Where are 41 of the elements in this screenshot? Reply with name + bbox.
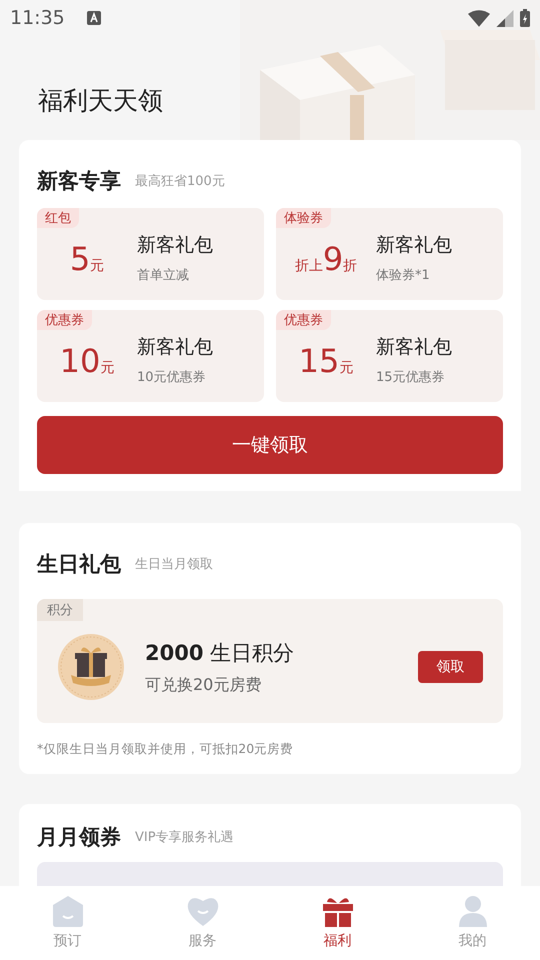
coupon-description: 体验券*1: [376, 267, 431, 284]
keyboard-icon: [86, 11, 101, 25]
coupon-name: 新客礼包: [137, 233, 213, 258]
section-subtitle: 生日当月领取: [135, 556, 213, 573]
coupon-tag: 优惠券: [276, 310, 331, 330]
coupon-description: 10元优惠券: [137, 369, 207, 386]
section-subtitle: 最高狂省100元: [135, 173, 225, 190]
section-title: 生日礼包: [37, 551, 121, 578]
claim-button[interactable]: 领取: [418, 651, 483, 683]
coupon-description: 首单立减: [137, 267, 190, 284]
coupon-name: 新客礼包: [376, 335, 452, 360]
coupon-card[interactable]: 体验券 折上9折 新客礼包 体验券*1: [276, 208, 503, 300]
coupon-name: 新客礼包: [137, 335, 213, 360]
points-description: 可兑换20元房费: [145, 674, 262, 696]
tab-item[interactable]: 福利: [270, 886, 405, 960]
coupon-tag: 体验券: [276, 208, 331, 228]
coupon-description: 15元优惠券: [376, 369, 446, 386]
coupon-tag: 优惠券: [37, 310, 92, 330]
page-title: 福利天天领: [38, 85, 163, 117]
coupon-card[interactable]: 优惠券 15 元 新客礼包 15元优惠券: [276, 310, 503, 402]
claim-all-button[interactable]: 一键领取: [37, 416, 503, 474]
coupon-name: 新客礼包: [376, 233, 452, 258]
section-title: 月月领券: [37, 824, 121, 851]
section-title: 新客专享: [37, 168, 121, 195]
coupon-card[interactable]: 优惠券 10元 新客礼包 10元优惠券: [37, 310, 264, 402]
section-subtitle: VIP专享服务礼遇: [135, 829, 234, 846]
points-amount: 2000 生日积分: [145, 640, 296, 666]
house-icon: [50, 894, 84, 928]
status-time: 11:35: [10, 7, 65, 29]
battery-icon: [520, 9, 530, 27]
gift-medal-icon: [57, 633, 125, 701]
coupon-value: 折上9折: [294, 239, 358, 278]
coupon-value: 10元: [58, 341, 116, 380]
coupon-tag: 红包: [37, 208, 79, 228]
signal-icon: [496, 10, 514, 26]
coupon-value: 15 元: [298, 341, 354, 380]
footnote: *仅限生日当月领取并使用，可抵扣20元房费: [37, 741, 294, 758]
points-tag: 积分: [37, 599, 83, 621]
coupon-value: 5 元: [68, 239, 106, 278]
wifi-icon: [468, 10, 490, 26]
coupon-card[interactable]: 红包 5 元 新客礼包 首单立减: [37, 208, 264, 300]
